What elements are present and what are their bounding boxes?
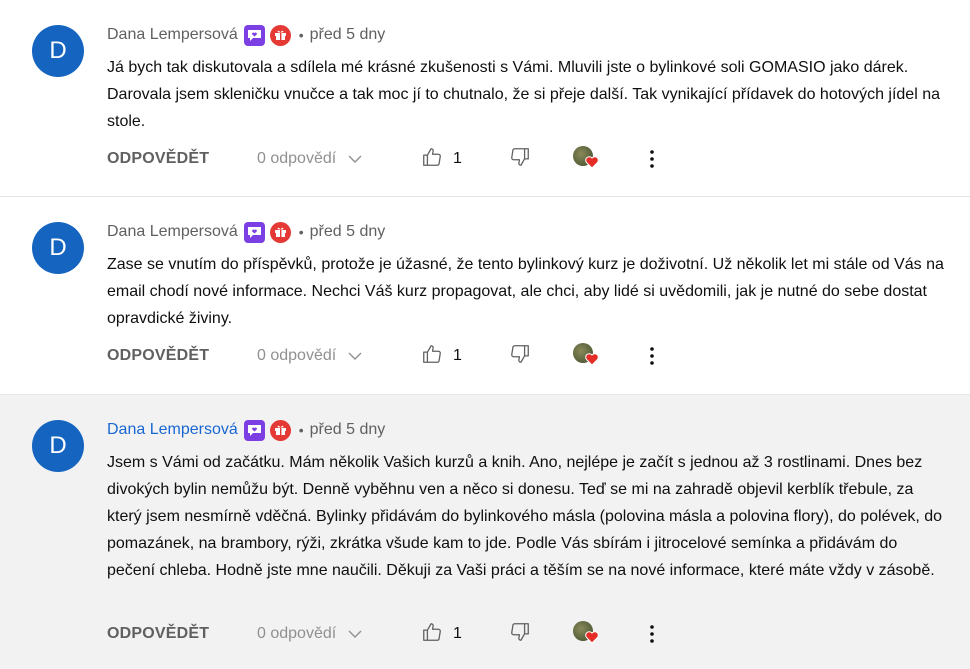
chevron-down-icon	[348, 352, 362, 360]
like-count: 1	[453, 625, 462, 642]
like-button[interactable]: 1	[421, 146, 509, 173]
creator-heart	[573, 146, 599, 172]
timestamp-link[interactable]: před 5 dny	[310, 26, 386, 44]
gift-badge-icon	[269, 221, 291, 243]
comment-text: Zase se vnutím do příspěvků, protože je …	[107, 256, 944, 327]
like-button[interactable]: 1	[421, 343, 509, 370]
thumb-down-icon	[509, 343, 531, 370]
member-badge-icon	[243, 24, 265, 46]
comment-text: Já bych tak diskutovala a sdílela mé krá…	[107, 59, 940, 130]
gift-badge-icon	[269, 419, 291, 441]
gift-badge-icon	[269, 24, 291, 46]
comment-item-highlighted: D Dana Lempersová • před 5 dny Jsem s Vá…	[0, 395, 970, 669]
comment-actions: ODPOVĚDĚT 0 odpovědí 1	[107, 620, 655, 648]
avatar[interactable]: D	[32, 25, 84, 77]
replies-count: 0 odpovědí	[257, 347, 337, 364]
like-count: 1	[453, 347, 462, 364]
member-badge-icon	[243, 419, 265, 441]
chevron-down-icon	[348, 155, 362, 163]
heart-icon	[585, 631, 599, 649]
comment-header: Dana Lempersová • před 5 dny	[107, 23, 385, 47]
replies-toggle[interactable]: 0 odpovědí	[257, 347, 421, 365]
more-vert-icon[interactable]	[649, 624, 655, 644]
creator-heart	[573, 343, 599, 369]
reply-button[interactable]: ODPOVĚDĚT	[107, 347, 257, 365]
dislike-button[interactable]	[509, 146, 573, 173]
creator-heart	[573, 621, 599, 647]
thumb-up-icon	[421, 621, 443, 648]
like-count: 1	[453, 150, 462, 167]
author-name[interactable]: Dana Lempersová	[107, 223, 238, 241]
replies-toggle[interactable]: 0 odpovědí	[257, 625, 421, 643]
comment-text: Jsem s Vámi od začátku. Mám několik Vaši…	[107, 454, 943, 579]
more-vert-icon[interactable]	[649, 346, 655, 366]
separator-dot: •	[298, 224, 304, 240]
replies-count: 0 odpovědí	[257, 150, 337, 167]
like-button[interactable]: 1	[421, 621, 509, 648]
separator-dot: •	[298, 27, 304, 43]
comment-item: D Dana Lempersová • před 5 dny Zase se v…	[0, 197, 970, 395]
replies-count: 0 odpovědí	[257, 625, 337, 642]
thumb-up-icon	[421, 146, 443, 173]
comment-actions: ODPOVĚDĚT 0 odpovědí 1	[107, 342, 655, 370]
replies-toggle[interactable]: 0 odpovědí	[257, 150, 421, 168]
reply-button[interactable]: ODPOVĚDĚT	[107, 150, 257, 168]
thumb-up-icon	[421, 343, 443, 370]
chevron-down-icon	[348, 630, 362, 638]
comment-actions: ODPOVĚDĚT 0 odpovědí 1	[107, 145, 655, 173]
comment-header: Dana Lempersová • před 5 dny	[107, 418, 385, 442]
author-name[interactable]: Dana Lempersová	[107, 421, 238, 439]
dislike-button[interactable]	[509, 343, 573, 370]
avatar[interactable]: D	[32, 222, 84, 274]
comment-item: D Dana Lempersová • před 5 dny Já bych t…	[0, 0, 970, 197]
author-name[interactable]: Dana Lempersová	[107, 26, 238, 44]
timestamp-link[interactable]: před 5 dny	[310, 421, 386, 439]
member-badge-icon	[243, 221, 265, 243]
thumb-down-icon	[509, 621, 531, 648]
separator-dot: •	[298, 422, 304, 438]
reply-button[interactable]: ODPOVĚDĚT	[107, 625, 257, 643]
comment-header: Dana Lempersová • před 5 dny	[107, 220, 385, 244]
heart-icon	[585, 156, 599, 174]
timestamp-link[interactable]: před 5 dny	[310, 223, 386, 241]
dislike-button[interactable]	[509, 621, 573, 648]
thumb-down-icon	[509, 146, 531, 173]
avatar[interactable]: D	[32, 420, 84, 472]
more-vert-icon[interactable]	[649, 149, 655, 169]
heart-icon	[585, 353, 599, 371]
